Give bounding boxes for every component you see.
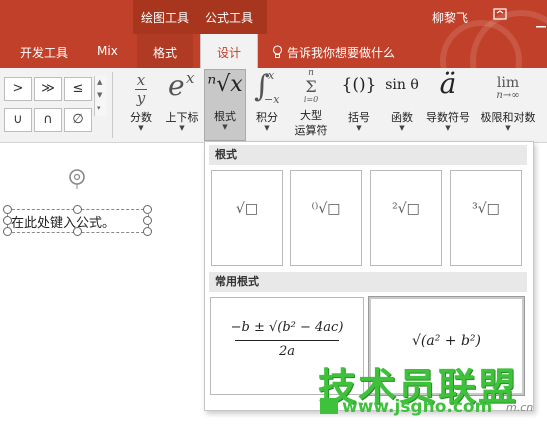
radical-cube-tile[interactable]: ³√□ [450,170,522,266]
symbol-union[interactable]: ∪ [4,108,32,132]
radical-square-glyph: ²√□ [392,201,420,217]
fraction-label: 分数 [130,111,152,124]
rotate-handle-icon[interactable] [67,167,87,194]
scroll-down-icon[interactable]: ▼ [97,91,102,99]
chevron-down-icon: ▼ [222,123,228,131]
integral-lower: −x [264,93,280,106]
bracket-icon: {()} [341,75,377,95]
limit-icon-top: lim [496,75,520,91]
tab-format[interactable]: 格式 [137,34,193,68]
radical-degree-tile[interactable]: ⁽⁾√□ [290,170,362,266]
tab-design-label: 设计 [216,46,241,60]
radical-label: 根式 [214,110,236,123]
resize-handle-top-left[interactable] [3,205,12,214]
chevron-down-icon: ▼ [445,124,451,132]
bracket-button[interactable]: {()} 括号 ▼ [339,71,379,139]
large-operator-label-1: 大型 [300,109,322,122]
script-icon-sup: x [186,69,195,87]
hypotenuse-formula: √(a² + b²) [411,333,481,349]
chevron-down-icon: ▼ [505,124,511,132]
resize-handle-left[interactable] [3,216,12,225]
tab-format-label: 格式 [152,46,177,60]
chevron-down-icon: ▼ [138,124,144,132]
chevron-down-icon: ▼ [399,124,405,132]
quadratic-numerator: −b ± √(b² − 4ac) [230,320,344,335]
watermark-mark-icon [320,398,338,414]
watermark-sub: m.cn [506,401,534,414]
limit-label: 极限和对数 [480,111,536,124]
resize-handle-bottom-right[interactable] [143,227,152,236]
radical-degree-glyph: ⁽⁾√□ [311,201,341,217]
large-operator-icon: Σ [305,77,317,96]
fraction-icon-top: x [136,71,146,89]
more-icon[interactable]: ▾ [97,104,101,112]
accent-label: 导数符号 [426,111,470,124]
equation-placeholder-text[interactable]: 在此处键入公式。 [11,212,115,231]
contextual-drawing-tools: 绘图工具 [141,11,190,25]
chevron-down-icon: ▼ [264,124,270,132]
large-operator-button[interactable]: n Σ i=0 大型 运算符 [288,68,334,139]
radical-square-tile[interactable]: ²√□ [370,170,442,266]
chevron-down-icon: ▼ [179,124,185,132]
symbol-much-greater[interactable]: ≫ [34,77,62,101]
section-radicals-header: 根式 [209,145,527,165]
radical-button[interactable]: ⁿ√x 根式 ▼ [204,69,246,141]
resize-handle-top-right[interactable] [143,205,152,214]
fraction-icon-bottom: y [136,89,146,107]
accent-button[interactable]: ä 导数符号 ▼ [423,67,473,139]
integral-label: 积分 [256,111,278,124]
resize-handle-right[interactable] [143,216,152,225]
radical-icon: ⁿ√x [207,72,243,97]
function-icon: sin θ [385,77,419,93]
radical-square-root-tile[interactable]: √□ [211,170,283,266]
tab-mix[interactable]: Mix [97,44,118,58]
integral-upper: x [268,69,275,82]
symbol-intersection[interactable]: ∩ [34,108,62,132]
script-label: 上下标 [165,111,199,124]
resize-handle-bottom[interactable] [73,227,82,236]
radical-square-root-glyph: √□ [235,201,259,217]
lightbulb-icon [272,45,283,62]
function-label: 函数 [391,111,413,124]
script-icon: e [168,69,185,102]
section-common-radicals-header: 常用根式 [209,272,527,292]
radical-cube-glyph: ³√□ [472,201,500,217]
script-button[interactable]: e x 上下标 ▼ [162,69,202,139]
tab-design[interactable]: 设计 [200,34,258,68]
symbol-greater-than[interactable]: > [4,77,32,101]
tab-developer[interactable]: 开发工具 [20,44,68,61]
contextual-formula-tools: 公式工具 [205,11,254,25]
watermark-url: www.jsgho.com [342,397,493,417]
symbol-gallery-scroll[interactable]: ▲ ▼ ▾ [94,76,107,116]
large-operator-lower: i=0 [303,95,319,104]
fraction-bar [235,340,339,341]
integral-button[interactable]: ∫ x −x 积分 ▼ [248,69,286,139]
ribbon-divider [112,72,113,138]
tell-me-search[interactable]: 告诉我你想要做什么 [272,44,395,62]
resize-handle-bottom-left[interactable] [3,227,12,236]
resize-handle-top[interactable] [73,205,82,214]
bracket-label: 括号 [348,111,370,124]
scroll-up-icon[interactable]: ▲ [97,78,102,86]
function-button[interactable]: sin θ 函数 ▼ [382,71,422,139]
chevron-down-icon: ▼ [356,124,362,132]
limit-log-button[interactable]: lim n→∞ 极限和对数 ▼ [475,71,541,139]
tell-me-label: 告诉我你想要做什么 [287,46,396,60]
fraction-button[interactable]: x y 分数 ▼ [124,71,158,139]
limit-icon-bottom: n→∞ [496,90,520,101]
symbol-less-equal[interactable]: ≤ [64,77,92,101]
large-operator-label-2: 运算符 [294,124,328,137]
symbol-empty-set[interactable]: ∅ [64,108,92,132]
accent-icon: ä [439,67,457,100]
